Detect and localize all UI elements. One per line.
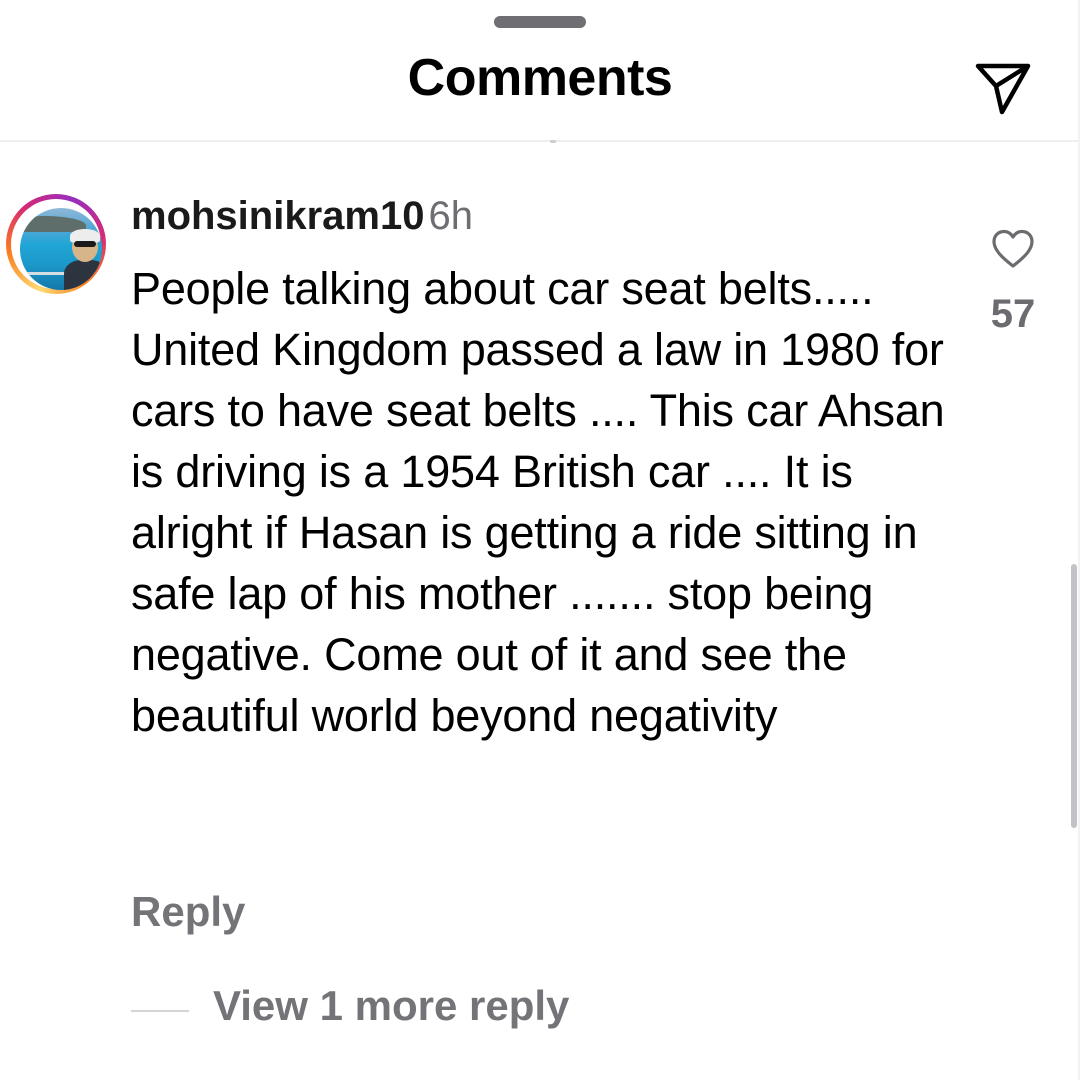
avatar-ring-gap (11, 199, 102, 290)
header-divider-notch (550, 140, 556, 143)
comment-username[interactable]: mohsinikram10 6h (131, 194, 473, 239)
comment-timestamp: 6h (428, 194, 473, 238)
avatar-photo-sunglasses (74, 241, 96, 247)
comment-text: People talking about car seat belts.....… (131, 263, 945, 741)
avatar-photo-person (64, 260, 102, 290)
avatar-story-ring[interactable] (6, 194, 106, 294)
like-button[interactable] (990, 228, 1036, 270)
reply-button[interactable]: Reply (131, 888, 245, 936)
avatar (20, 208, 102, 290)
heart-outline-icon (992, 229, 1034, 268)
header-title: Comments (407, 49, 673, 107)
view-more-replies-button[interactable]: View 1 more reply (131, 982, 731, 1042)
like-count: 57 (990, 292, 1036, 336)
replies-divider-line (131, 1010, 189, 1012)
sheet-grabber-handle[interactable] (494, 16, 586, 28)
paper-plane-icon (975, 63, 1031, 115)
scrollbar-thumb[interactable] (1071, 564, 1077, 828)
username-text[interactable]: mohsinikram10 (131, 194, 424, 238)
comments-sheet: Comments mohsinikram106h People talking (0, 0, 1080, 1080)
view-more-replies-label[interactable]: View 1 more reply (213, 982, 569, 1030)
comments-header: Comments (0, 40, 1080, 142)
share-button[interactable] (972, 56, 1034, 118)
